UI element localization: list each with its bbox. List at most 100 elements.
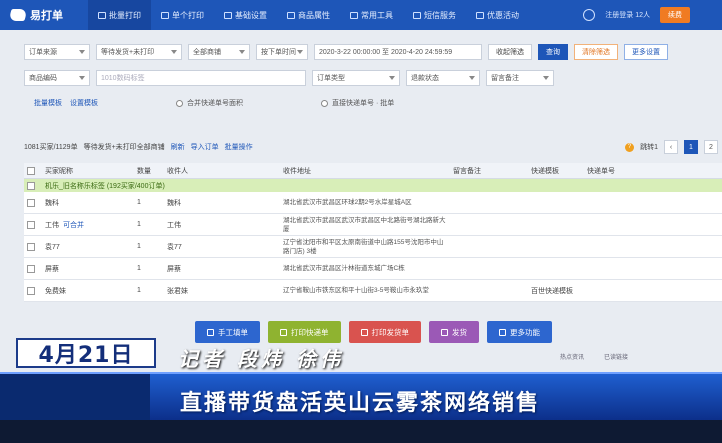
pencil-icon <box>207 328 214 336</box>
import-orders-link[interactable]: 导入订单 <box>191 142 219 152</box>
ship-button[interactable]: 发货 <box>429 321 479 343</box>
group-checkbox[interactable] <box>27 181 35 190</box>
nav-single-print[interactable]: 单个打印 <box>151 0 214 30</box>
address: 湖北省武汉市武昌区武汉市武昌区中北路街号湖北路新大厦 <box>283 216 446 233</box>
screen: 易打单 批量打印 单个打印 基础设置 商品属性 常用工具 短信服务 优惠活动 注… <box>0 0 722 443</box>
address: 辽宁省沈阳市和平区太原南街道中山路155号沈阳市中山路门店) 3楼 <box>283 238 444 255</box>
set-template-link[interactable]: 设置模板 <box>70 98 98 108</box>
main-nav: 批量打印 单个打印 基础设置 商品属性 常用工具 短信服务 优惠活动 <box>88 0 529 30</box>
group-row[interactable]: 机乐_旧名称乐标签 (192买家/400订单) <box>24 179 722 192</box>
refund-status-select[interactable]: 退款状态 <box>406 70 480 86</box>
more-functions-button[interactable]: 更多功能 <box>487 321 552 343</box>
chevron-down-icon <box>389 76 395 80</box>
mergeable-tag[interactable]: 可合并 <box>63 222 84 229</box>
table-row[interactable]: 袁77 1 袁77 辽宁省沈阳市和平区太原南街道中山路155号沈阳市中山路门店)… <box>24 236 722 258</box>
app-logo[interactable]: 易打单 <box>0 7 88 23</box>
list-toolbar: 1081买家/1129单 等待发货+未打印全部商铺 刷新 导入订单 批量操作 ?… <box>24 140 722 154</box>
upgrade-button[interactable]: 续费 <box>660 7 690 23</box>
reporter-caption: 记者 段炜 徐伟 <box>178 347 344 371</box>
search-button[interactable]: 查询 <box>538 44 568 60</box>
table-row[interactable]: 屏蔡 1 屏蔡 湖北省武汉市武昌区汁林街道东城广场C栋 <box>24 258 722 280</box>
radio-icon <box>321 99 328 107</box>
receiver: 张君妹 <box>167 287 188 295</box>
buyer-name: 屏蔡 <box>45 265 59 273</box>
table-row[interactable]: 免费妹 1 张君妹 辽宁省鞍山市铁东区和平十山街3-5号鞍山市永玖堂 百世快递模… <box>24 280 722 302</box>
table-row[interactable]: 工伟 可合并 1 工伟 湖北省武汉市武昌区武汉市武昌区中北路街号湖北路新大厦 <box>24 214 722 236</box>
remark-select[interactable]: 留言备注 <box>486 70 554 86</box>
help-icon[interactable]: ? <box>625 142 635 152</box>
printer-icon <box>360 328 368 336</box>
header-template: 快递模板 <box>531 167 559 175</box>
help-icon[interactable] <box>583 9 596 21</box>
direct-radio[interactable]: 直接快递单号 · 批单 <box>321 98 394 108</box>
gift-icon <box>476 11 484 19</box>
status-right[interactable]: 已读链接 <box>604 352 628 361</box>
nav-batch-print[interactable]: 批量打印 <box>88 0 151 30</box>
merge-radio[interactable]: 合并快递单号面积 <box>176 98 243 108</box>
row-checkbox[interactable] <box>27 264 35 273</box>
group-label: 机乐_旧名称乐标签 (192买家/400订单) <box>45 182 165 190</box>
buyer-name: 袁77 <box>45 243 60 251</box>
header-qty: 数量 <box>137 167 151 175</box>
pagination: ? 跳转1 ‹ 1 2 <box>625 140 722 154</box>
more-settings-button[interactable]: 更多设置 <box>624 44 668 60</box>
prev-page-button[interactable]: ‹ <box>664 140 678 154</box>
nav-promotions[interactable]: 优惠活动 <box>466 0 529 30</box>
chevron-down-icon <box>543 76 549 80</box>
shop-select[interactable]: 全部商铺 <box>188 44 250 60</box>
pager-label: 跳转1 <box>640 144 658 151</box>
order-type-select[interactable]: 订单类型 <box>312 70 400 86</box>
nav-tools[interactable]: 常用工具 <box>340 0 403 30</box>
product-code-input[interactable]: 1010数码标签 <box>96 70 306 86</box>
wrench-icon <box>350 11 358 19</box>
page-2-button[interactable]: 2 <box>704 140 718 154</box>
box-icon <box>287 11 295 19</box>
collapse-filter-button[interactable]: 收起筛选 <box>488 44 532 60</box>
row-checkbox[interactable] <box>27 220 35 229</box>
qty: 1 <box>137 287 141 294</box>
table-header: 买家昵称 数量 收件人 收件地址 留言备注 快递模板 快递单号 <box>24 163 722 179</box>
bottom-strip <box>0 420 722 443</box>
qty: 1 <box>137 243 141 250</box>
receiver: 工伟 <box>167 221 181 229</box>
product-code-select[interactable]: 商品编码 <box>24 70 90 86</box>
batch-template-link[interactable]: 批量模板 <box>34 98 62 108</box>
qty: 1 <box>137 221 141 228</box>
header-buyer: 买家昵称 <box>45 167 73 175</box>
news-headline: 直播带货盘活英山云雾茶网络销售 <box>180 391 541 416</box>
nav-product-attrs[interactable]: 商品属性 <box>277 0 340 30</box>
order-status-select[interactable]: 等待发货+未打印 <box>96 44 182 60</box>
table-row[interactable]: 魏科 1 魏科 湖北省武汉市武昌区环球2期2号水岸星城A区 <box>24 192 722 214</box>
gear-icon <box>224 11 232 19</box>
print-express-button[interactable]: 打印快递单 <box>268 321 341 343</box>
buyer-name: 免费妹 <box>45 287 66 295</box>
row-checkbox[interactable] <box>27 198 35 207</box>
filter-hint: 等待发货+未打印全部商铺 <box>83 144 165 151</box>
batch-ops-link[interactable]: 批量操作 <box>225 142 253 152</box>
qty: 1 <box>137 265 141 272</box>
receiver: 魏科 <box>167 199 181 207</box>
date-range-input[interactable]: 2020-3-22 00:00:00 至 2020-4-20 24:59:59 <box>314 44 482 60</box>
manual-entry-button[interactable]: 手工填单 <box>195 321 260 343</box>
template[interactable]: 百世快递模板 <box>528 286 584 296</box>
page-1-button[interactable]: 1 <box>684 140 698 154</box>
filter-panel: 订单来源 等待发货+未打印 全部商铺 按下单时间 2020-3-22 00:00… <box>24 42 722 112</box>
account-text[interactable]: 注册登录 12人 <box>605 10 650 20</box>
address: 湖北省武汉市武昌区汁林街道东城广场C栋 <box>283 265 405 272</box>
top-right-area: 注册登录 12人 续费 <box>583 7 722 23</box>
address: 辽宁省鞍山市铁东区和平十山街3-5号鞍山市永玖堂 <box>283 287 429 294</box>
refresh-link[interactable]: 刷新 <box>171 142 185 152</box>
nav-sms[interactable]: 短信服务 <box>403 0 466 30</box>
nav-basic-settings[interactable]: 基础设置 <box>214 0 277 30</box>
order-source-select[interactable]: 订单来源 <box>24 44 90 60</box>
status-left[interactable]: 热点资讯 <box>560 352 584 361</box>
print-invoice-button[interactable]: 打印发货单 <box>348 321 421 343</box>
select-all-checkbox[interactable] <box>27 166 35 175</box>
row-checkbox[interactable] <box>27 242 35 251</box>
row-checkbox[interactable] <box>27 286 35 295</box>
buyer-name: 魏科 <box>45 199 59 207</box>
time-type-select[interactable]: 按下单时间 <box>256 44 308 60</box>
reset-filter-button[interactable]: 清除筛选 <box>574 44 618 60</box>
chevron-down-icon <box>171 50 177 54</box>
logo-text: 易打单 <box>30 10 63 22</box>
